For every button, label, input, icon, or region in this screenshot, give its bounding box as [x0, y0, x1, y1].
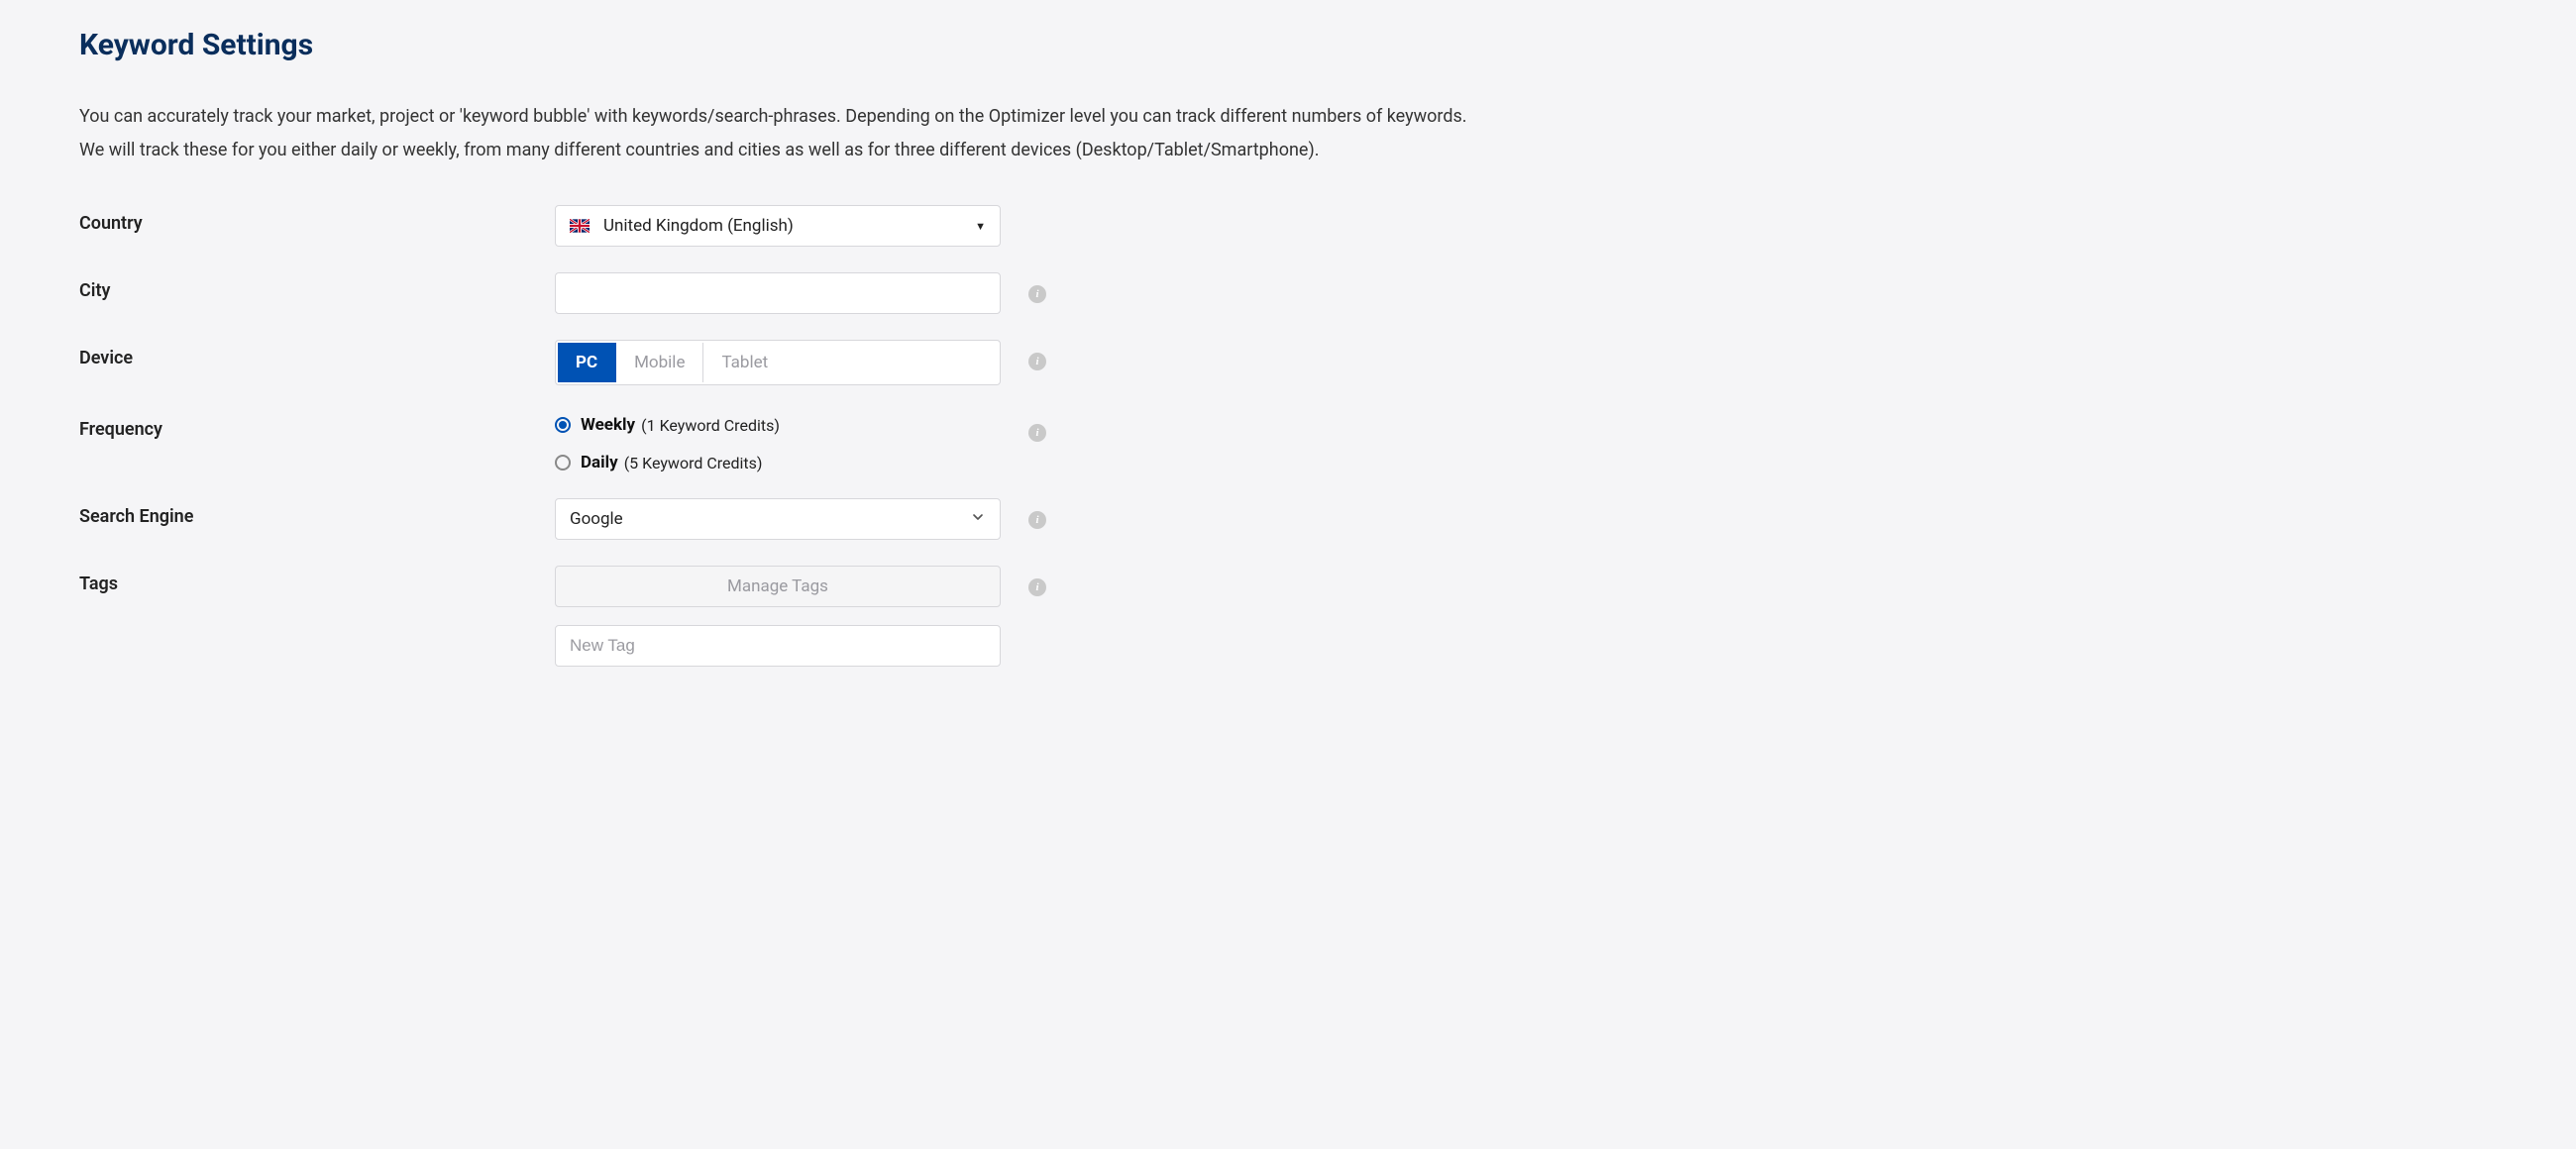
frequency-weekly-credits: (1 Keyword Credits)	[641, 416, 780, 435]
info-icon[interactable]: i	[1028, 578, 1046, 596]
info-icon[interactable]: i	[1028, 511, 1046, 529]
info-icon[interactable]: i	[1028, 353, 1046, 370]
device-label: Device	[79, 340, 555, 368]
uk-flag-icon	[570, 219, 590, 233]
page-title: Keyword Settings	[79, 28, 1476, 62]
frequency-option-weekly[interactable]: Weekly (1 Keyword Credits)	[555, 415, 1001, 435]
new-tag-input[interactable]	[555, 625, 1001, 667]
device-option-pc[interactable]: PC	[558, 343, 616, 382]
info-icon[interactable]: i	[1028, 424, 1046, 442]
frequency-label: Frequency	[79, 411, 555, 440]
search-engine-label: Search Engine	[79, 498, 555, 527]
radio-checked-icon	[555, 417, 571, 433]
city-input[interactable]	[555, 272, 1001, 314]
city-label: City	[79, 272, 555, 301]
country-label: Country	[79, 205, 555, 234]
frequency-daily-credits: (5 Keyword Credits)	[624, 454, 763, 472]
manage-tags-button[interactable]: Manage Tags	[555, 566, 1001, 607]
search-engine-selected-value: Google	[570, 509, 970, 529]
page-description: You can accurately track your market, pr…	[79, 100, 1476, 167]
chevron-down-icon	[970, 509, 986, 529]
country-selected-value: United Kingdom (English)	[603, 216, 975, 236]
frequency-weekly-label: Weekly	[581, 415, 635, 435]
device-option-tablet[interactable]: Tablet	[703, 343, 998, 382]
frequency-radio-group: Weekly (1 Keyword Credits) Daily (5 Keyw…	[555, 411, 1001, 472]
device-option-mobile[interactable]: Mobile	[616, 343, 703, 382]
radio-unchecked-icon	[555, 455, 571, 470]
caret-down-icon: ▼	[975, 220, 986, 233]
tags-label: Tags	[79, 566, 555, 594]
device-segmented-control: PC Mobile Tablet	[555, 340, 1001, 385]
info-icon[interactable]: i	[1028, 285, 1046, 303]
search-engine-select[interactable]: Google	[555, 498, 1001, 540]
frequency-daily-label: Daily	[581, 453, 618, 472]
frequency-option-daily[interactable]: Daily (5 Keyword Credits)	[555, 453, 1001, 472]
country-select[interactable]: United Kingdom (English) ▼	[555, 205, 1001, 247]
